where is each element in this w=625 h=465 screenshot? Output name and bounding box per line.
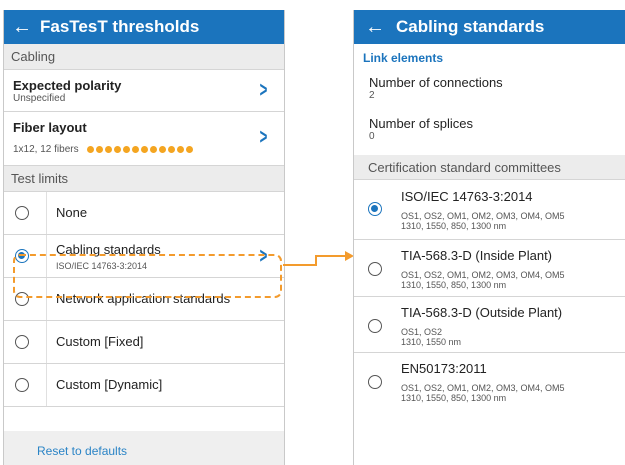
fiber-dot-icon <box>87 145 95 153</box>
option-label: None <box>56 205 88 220</box>
standard-wavelengths: 1310, 1550, 850, 1300 nm <box>401 221 507 231</box>
fiber-layout-value: 1x12, 12 fibers <box>13 144 79 155</box>
test-limits-section-header: Test limits <box>4 166 284 192</box>
radio-button-icon[interactable] <box>15 206 29 220</box>
radio-button-selected-icon[interactable] <box>368 202 382 216</box>
page-title: Cabling standards <box>396 17 545 36</box>
standard-en50173-row[interactable]: EN50173:2011 OS1, OS2, OM1, OM2, OM3, OM… <box>354 353 625 411</box>
fiber-dot-icon <box>177 145 185 153</box>
standard-fiber-types: OS1, OS2, OM1, OM2, OM3, OM4, OM5 <box>401 211 565 221</box>
link-elements-header: Link elements <box>363 51 444 65</box>
option-label: Custom [Dynamic] <box>56 377 163 392</box>
radio-button-icon[interactable] <box>368 319 382 333</box>
row-divider <box>46 364 47 406</box>
standard-name: TIA-568.3-D (Outside Plant) <box>401 305 563 320</box>
standard-tia-outside-row[interactable]: TIA-568.3-D (Outside Plant) OS1, OS2 131… <box>354 297 625 353</box>
committees-section-header: Certification standard committees <box>354 155 625 180</box>
standard-wavelengths: 1310, 1550, 850, 1300 nm <box>401 393 507 403</box>
radio-button-icon[interactable] <box>15 378 29 392</box>
option-label: Custom [Fixed] <box>56 334 144 349</box>
reset-bar: Reset to defaults <box>4 431 284 465</box>
standard-wavelengths: 1310, 1550 nm <box>401 337 462 347</box>
standard-name: EN50173:2011 <box>401 361 487 376</box>
radio-button-icon[interactable] <box>15 335 29 349</box>
connections-label: Number of connections <box>369 75 503 90</box>
option-custom-fixed-row[interactable]: Custom [Fixed] <box>4 321 284 364</box>
expected-polarity-label: Expected polarity <box>13 78 122 93</box>
fastest-thresholds-screen: ← FasTesT thresholds Cabling Expected po… <box>3 10 285 465</box>
back-arrow-icon[interactable]: ← <box>354 10 396 44</box>
reset-to-defaults-button[interactable]: Reset to defaults <box>37 444 127 458</box>
app-bar: ← FasTesT thresholds <box>4 10 284 44</box>
splices-value: 0 <box>369 131 375 142</box>
option-custom-dynamic-row[interactable]: Custom [Dynamic] <box>4 364 284 407</box>
connections-row[interactable]: Number of connections 2 <box>354 69 625 110</box>
standard-fiber-types: OS1, OS2, OM1, OM2, OM3, OM4, OM5 <box>401 383 565 393</box>
standard-name: ISO/IEC 14763-3:2014 <box>401 189 533 204</box>
standard-wavelengths: 1310, 1550, 850, 1300 nm <box>401 280 507 290</box>
app-bar: ← Cabling standards <box>354 10 625 44</box>
standard-name: TIA-568.3-D (Inside Plant) <box>401 248 553 263</box>
standard-fiber-types: OS1, OS2 <box>401 327 443 337</box>
fiber-dots-indicator <box>87 145 194 153</box>
fiber-dot-icon <box>96 145 104 153</box>
splices-label: Number of splices <box>369 116 474 131</box>
expected-polarity-value: Unspecified <box>13 93 66 104</box>
fiber-layout-row[interactable]: Fiber layout 1x12, 12 fibers > <box>4 112 284 166</box>
chevron-right-icon: > <box>259 77 268 102</box>
connector-line <box>283 255 345 266</box>
page-title: FasTesT thresholds <box>40 17 200 36</box>
cabling-section-header: Cabling <box>4 44 284 70</box>
connections-value: 2 <box>369 90 375 101</box>
selection-highlight-box <box>13 254 282 298</box>
fiber-dot-icon <box>186 145 194 153</box>
radio-button-icon[interactable] <box>368 375 382 389</box>
fiber-layout-label: Fiber layout <box>13 120 87 135</box>
fiber-dot-icon <box>159 145 167 153</box>
standard-fiber-types: OS1, OS2, OM1, OM2, OM3, OM4, OM5 <box>401 270 565 280</box>
chevron-right-icon: > <box>259 124 268 149</box>
expected-polarity-row[interactable]: Expected polarity Unspecified > <box>4 70 284 112</box>
row-divider <box>46 192 47 234</box>
row-divider <box>46 321 47 363</box>
fiber-dot-icon <box>132 145 140 153</box>
fiber-dot-icon <box>123 145 131 153</box>
option-none-row[interactable]: None <box>4 192 284 235</box>
splices-row[interactable]: Number of splices 0 <box>354 110 625 155</box>
cabling-standards-screen: ← Cabling standards Link elements Number… <box>353 10 625 465</box>
radio-button-icon[interactable] <box>368 262 382 276</box>
fiber-dot-icon <box>114 145 122 153</box>
back-arrow-icon[interactable]: ← <box>4 10 40 44</box>
fiber-dot-icon <box>141 145 149 153</box>
fiber-dot-icon <box>105 145 113 153</box>
standard-tia-inside-row[interactable]: TIA-568.3-D (Inside Plant) OS1, OS2, OM1… <box>354 240 625 297</box>
standard-iso-row[interactable]: ISO/IEC 14763-3:2014 OS1, OS2, OM1, OM2,… <box>354 180 625 240</box>
fiber-dot-icon <box>150 145 158 153</box>
fiber-dot-icon <box>168 145 176 153</box>
